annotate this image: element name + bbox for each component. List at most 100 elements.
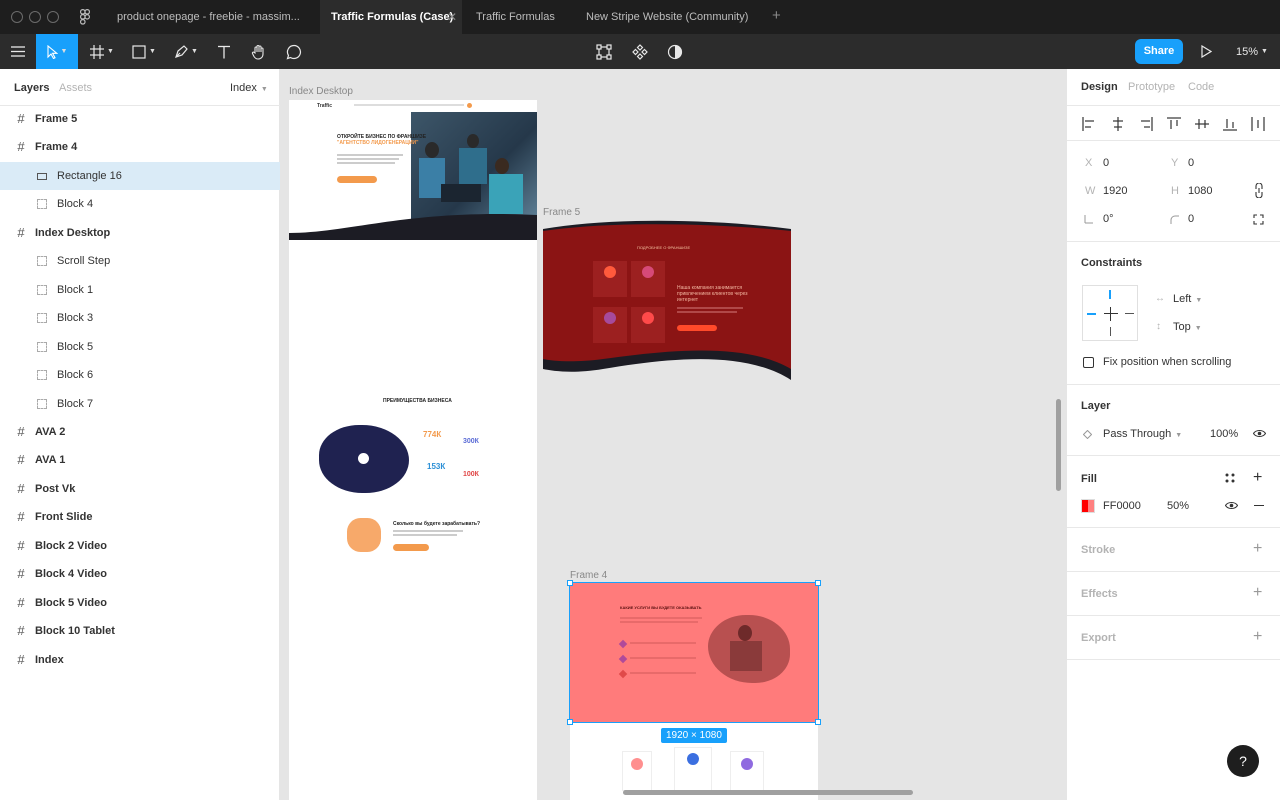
move-tool-button[interactable]: ▼ bbox=[36, 34, 78, 69]
constraint-right-marker[interactable] bbox=[1125, 313, 1134, 314]
layer-row[interactable]: # Front Slide bbox=[0, 503, 280, 531]
component-tool-button[interactable] bbox=[590, 34, 618, 69]
blend-mode-dropdown[interactable]: Pass Through ▼ bbox=[1103, 428, 1182, 440]
remove-fill-icon[interactable] bbox=[1254, 505, 1264, 507]
rectangle-tool-button[interactable]: ▼ bbox=[126, 34, 162, 69]
rectangle-16-selected[interactable]: КАКИЕ УСЛУГИ ВЫ БУДЕТЕ ОКАЗЫВАТЬ bbox=[567, 580, 821, 725]
new-tab-plus-icon[interactable]: + bbox=[772, 8, 781, 24]
tab-new-stripe-website[interactable]: New Stripe Website (Community) bbox=[575, 0, 765, 34]
align-horizontal-center-icon[interactable] bbox=[1111, 117, 1125, 131]
page-selector[interactable]: Index ▼ bbox=[230, 82, 268, 94]
layer-row[interactable]: # AVA 2 bbox=[0, 418, 280, 446]
constraint-bottom-marker[interactable] bbox=[1110, 327, 1111, 336]
layer-row[interactable]: Block 6 bbox=[0, 361, 280, 389]
tab-traffic-formulas-case[interactable]: Traffic Formulas (Case) bbox=[320, 0, 462, 34]
independent-corners-icon[interactable] bbox=[1253, 214, 1264, 225]
layer-row[interactable]: # Frame 5 bbox=[0, 105, 280, 133]
layer-row[interactable]: Block 4 bbox=[0, 190, 280, 218]
layer-row[interactable]: # Block 5 Video bbox=[0, 589, 280, 617]
comment-tool-button[interactable] bbox=[280, 34, 308, 69]
width-input[interactable]: 1920 bbox=[1103, 185, 1127, 197]
tab-prototype[interactable]: Prototype bbox=[1128, 81, 1175, 93]
layer-row[interactable]: # Index Desktop bbox=[0, 219, 280, 247]
text-tool-button[interactable] bbox=[210, 34, 238, 69]
eye-icon[interactable] bbox=[1225, 501, 1238, 510]
layer-row[interactable]: # Block 10 Tablet bbox=[0, 617, 280, 645]
fix-position-checkbox[interactable] bbox=[1083, 357, 1094, 368]
minimize-window-button[interactable] bbox=[29, 11, 41, 23]
add-export-icon[interactable]: + bbox=[1253, 629, 1262, 645]
tab-layers[interactable]: Layers bbox=[14, 82, 49, 94]
layer-row[interactable]: # Block 4 Video bbox=[0, 560, 280, 588]
rotation-input[interactable]: 0° bbox=[1103, 213, 1114, 225]
pen-tool-button[interactable]: ▼ bbox=[168, 34, 204, 69]
layer-row[interactable]: # Post Vk bbox=[0, 475, 280, 503]
align-bottom-icon[interactable] bbox=[1223, 117, 1237, 131]
layer-row[interactable]: Block 5 bbox=[0, 333, 280, 361]
y-input[interactable]: 0 bbox=[1188, 157, 1194, 169]
vertical-scrollbar[interactable] bbox=[1056, 399, 1061, 491]
layer-row[interactable]: # AVA 1 bbox=[0, 446, 280, 474]
tab-product-onepage[interactable]: product onepage - freebie - massim... bbox=[106, 0, 320, 34]
style-grid-icon[interactable] bbox=[1225, 473, 1235, 483]
resize-handle[interactable] bbox=[567, 580, 573, 586]
frame-5[interactable]: ПОДРОБНЕЕ О ФРАНШИЗЕ Наша компания заним… bbox=[543, 219, 791, 380]
create-component-button[interactable] bbox=[626, 34, 654, 69]
constraint-widget[interactable] bbox=[1082, 285, 1138, 341]
tab-code[interactable]: Code bbox=[1188, 81, 1214, 93]
layer-row[interactable]: Block 7 bbox=[0, 390, 280, 418]
design-canvas[interactable]: Index Desktop Traffic ОТКРОЙТЕ БИЗНЕС ПО… bbox=[281, 69, 1066, 800]
close-tab-icon[interactable]: ✕ bbox=[447, 10, 457, 24]
add-effect-icon[interactable]: + bbox=[1253, 585, 1262, 601]
help-button[interactable]: ? bbox=[1227, 745, 1259, 777]
horizontal-scrollbar[interactable] bbox=[623, 790, 913, 795]
fill-hex-input[interactable]: FF0000 bbox=[1103, 500, 1141, 512]
fill-opacity-input[interactable]: 50% bbox=[1167, 500, 1189, 512]
x-input[interactable]: 0 bbox=[1103, 157, 1109, 169]
horizontal-constraint-dropdown[interactable]: Left ▼ bbox=[1173, 293, 1202, 305]
layer-row[interactable]: # Frame 4 bbox=[0, 133, 280, 161]
height-input[interactable]: 1080 bbox=[1188, 185, 1212, 197]
figma-logo-icon[interactable] bbox=[80, 9, 91, 25]
tab-assets[interactable]: Assets bbox=[59, 82, 92, 94]
frame-label-index-desktop[interactable]: Index Desktop bbox=[289, 86, 353, 97]
resize-handle[interactable] bbox=[815, 580, 821, 586]
align-left-icon[interactable] bbox=[1082, 117, 1096, 131]
tab-design[interactable]: Design bbox=[1081, 81, 1118, 93]
mask-contrast-button[interactable] bbox=[661, 34, 689, 69]
zoom-dropdown[interactable]: 15% ▼ bbox=[1230, 34, 1274, 69]
tab-traffic-formulas[interactable]: Traffic Formulas bbox=[462, 0, 575, 34]
resize-handle[interactable] bbox=[815, 719, 821, 725]
layer-row[interactable]: # Block 2 Video bbox=[0, 532, 280, 560]
constraint-top-marker[interactable] bbox=[1109, 290, 1111, 299]
distribute-icon[interactable] bbox=[1251, 117, 1265, 131]
layer-row[interactable]: Rectangle 16 bbox=[0, 161, 280, 190]
corner-radius-input[interactable]: 0 bbox=[1188, 213, 1194, 225]
layer-row[interactable]: Scroll Step bbox=[0, 247, 280, 275]
frame-label-frame-4[interactable]: Frame 4 bbox=[570, 570, 607, 581]
main-menu-icon[interactable] bbox=[4, 34, 32, 69]
resize-handle[interactable] bbox=[567, 719, 573, 725]
add-fill-icon[interactable]: + bbox=[1253, 470, 1262, 486]
layer-opacity-input[interactable]: 100% bbox=[1210, 428, 1238, 440]
align-right-icon[interactable] bbox=[1139, 117, 1153, 131]
frame-label-frame-5[interactable]: Frame 5 bbox=[543, 207, 580, 218]
layer-row[interactable]: Block 1 bbox=[0, 276, 280, 304]
close-window-button[interactable] bbox=[11, 11, 23, 23]
add-stroke-icon[interactable]: + bbox=[1253, 541, 1262, 557]
maximize-window-button[interactable] bbox=[47, 11, 59, 23]
present-button[interactable] bbox=[1193, 34, 1219, 69]
fill-color-swatch[interactable] bbox=[1081, 499, 1095, 513]
layer-row[interactable]: Block 3 bbox=[0, 304, 280, 332]
eye-icon[interactable] bbox=[1253, 429, 1266, 438]
frame-index-desktop[interactable]: Traffic ОТКРОЙТЕ БИЗНЕС ПО ФРАНШИЗЕ "АГЕ… bbox=[289, 100, 537, 800]
share-button[interactable]: Share bbox=[1135, 39, 1183, 64]
align-vertical-center-icon[interactable] bbox=[1195, 117, 1209, 131]
hand-tool-button[interactable] bbox=[245, 34, 273, 69]
layer-row[interactable]: # Index bbox=[0, 646, 280, 674]
align-top-icon[interactable] bbox=[1167, 117, 1181, 131]
constraint-left-marker[interactable] bbox=[1087, 313, 1096, 315]
vertical-constraint-dropdown[interactable]: Top ▼ bbox=[1173, 321, 1202, 333]
constrain-proportions-icon[interactable] bbox=[1255, 183, 1263, 198]
frame-tool-button[interactable]: ▼ bbox=[84, 34, 120, 69]
